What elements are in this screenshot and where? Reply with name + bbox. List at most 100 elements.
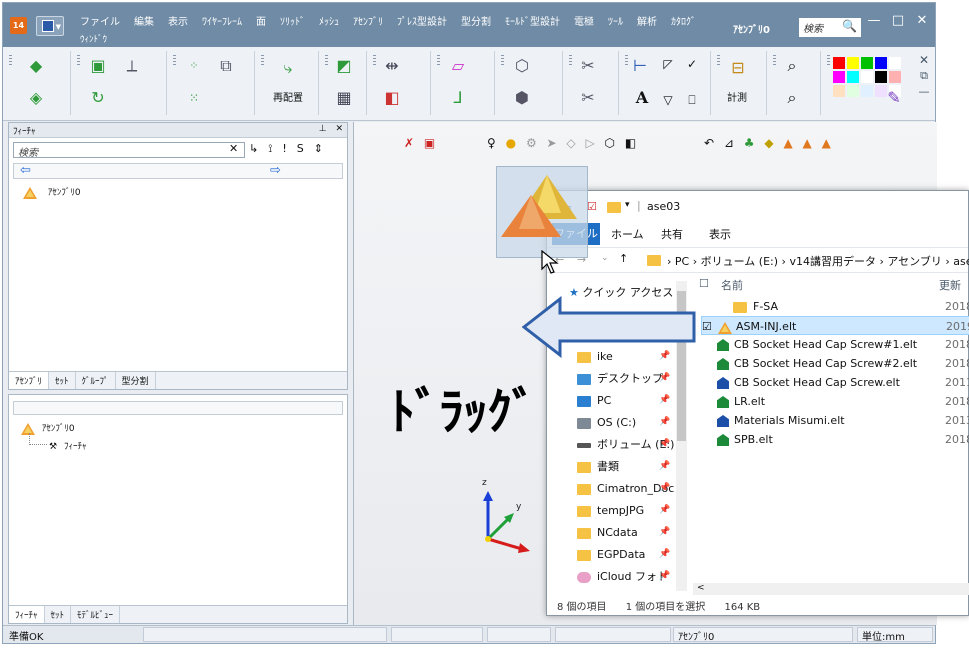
menu-edit[interactable]: 編集 xyxy=(134,17,154,28)
nav-item-pc[interactable]: PC xyxy=(577,391,611,411)
group-grip-icon[interactable] xyxy=(437,55,440,65)
menu-catalog[interactable]: ｶﾀﾛｸﾞ xyxy=(671,17,696,28)
menu-analysis[interactable]: 解析 xyxy=(637,17,657,28)
breadcrumb-training[interactable]: v14講習用データ xyxy=(789,255,876,268)
file-row[interactable]: LR.elt 2018 xyxy=(701,392,969,411)
menu-mesh[interactable]: ﾒｯｼｭ xyxy=(319,17,339,28)
breadcrumb-assembly[interactable]: アセンブリ xyxy=(887,255,941,268)
row-checkbox[interactable]: ☑ xyxy=(702,317,718,336)
pin-icon[interactable]: 📌 xyxy=(659,439,670,449)
zoom-icon[interactable]: ⌕ xyxy=(781,55,803,77)
check-mark-icon[interactable]: ✓ xyxy=(681,53,703,75)
minimize-ribbon-icon[interactable]: — xyxy=(913,81,935,103)
menu-view[interactable]: 表示 xyxy=(168,17,188,28)
nav-item-tempjpg[interactable]: tempJPG xyxy=(577,501,644,521)
breadcrumb-pc[interactable]: PC xyxy=(675,255,689,268)
warning-icon[interactable]: ! xyxy=(282,142,286,155)
feature-item[interactable]: ｱｾﾝﾌﾞﾘ0 xyxy=(23,185,81,199)
group-grip-icon[interactable] xyxy=(501,55,504,65)
menu-mold-design[interactable]: ﾓｰﾙﾄﾞ型設計 xyxy=(505,17,560,28)
menu-window[interactable]: ｳｨﾝﾄﾞｳ xyxy=(80,32,107,45)
place-icon[interactable]: ▣ xyxy=(87,55,109,77)
menu-solid[interactable]: ｿﾘｯﾄﾞ xyxy=(280,17,305,28)
linear-pattern-icon[interactable]: ⁘ xyxy=(183,55,205,77)
add-component-icon[interactable]: ◆ xyxy=(25,55,47,77)
light-icon[interactable]: ♀ xyxy=(487,136,496,150)
tab-assembly[interactable]: ｱｾﾝﾌﾞﾘ xyxy=(9,372,50,389)
group-grip-icon[interactable] xyxy=(625,55,628,65)
pin-icon[interactable]: 📌 xyxy=(659,373,670,383)
render-mode-icon[interactable]: ◧ xyxy=(625,136,636,150)
menu-surface[interactable]: 面 xyxy=(256,17,266,28)
nav-item-icloud-photos[interactable]: iCloud フォト xyxy=(577,567,668,587)
pin-icon[interactable]: 📌 xyxy=(659,549,670,559)
nav-item-documents[interactable]: 書類 xyxy=(577,457,619,477)
pin-icon[interactable]: 📌 xyxy=(659,505,670,515)
pin-icon[interactable]: 📌 xyxy=(659,571,670,581)
select-all-checkbox[interactable]: ☐ xyxy=(699,277,709,290)
relocate-icon[interactable]: ⤷ xyxy=(277,57,299,79)
cube-icon[interactable]: ⬡ xyxy=(511,55,533,77)
file-row[interactable]: SPB.elt 2018 xyxy=(701,430,969,449)
connect-icon[interactable]: ⟂ xyxy=(121,55,143,77)
color-swatch[interactable] xyxy=(847,57,859,69)
measure-label[interactable]: 計測 xyxy=(727,89,747,104)
scroll-left-icon[interactable]: < xyxy=(697,583,705,593)
group-grip-icon[interactable] xyxy=(173,55,176,65)
pin-icon[interactable]: 📌 xyxy=(659,483,670,493)
view-cube-icon[interactable]: ⬡ xyxy=(605,136,615,150)
minimize-button[interactable]: — xyxy=(865,13,883,28)
new-component-icon[interactable]: ◈ xyxy=(25,87,47,109)
pin-icon[interactable]: 📌 xyxy=(659,461,670,471)
hide-icon[interactable]: ➤ xyxy=(547,136,557,150)
nav-item-os-c[interactable]: OS (C:) xyxy=(577,413,636,433)
show-icon[interactable]: ⚙ xyxy=(526,136,537,150)
filter-select-icon[interactable]: ⊿ xyxy=(724,136,734,150)
group-grip-icon[interactable] xyxy=(717,55,720,65)
s-icon[interactable]: S xyxy=(297,142,304,155)
close-button[interactable]: ✕ xyxy=(913,13,931,28)
prev-view-icon[interactable]: ◇ xyxy=(566,136,575,150)
color-swatch[interactable] xyxy=(889,71,901,83)
nav-item-desktop[interactable]: デスクトップ xyxy=(577,369,663,389)
rotate-place-icon[interactable]: ↻ xyxy=(87,87,109,109)
arrow-left-icon[interactable]: ⇦ xyxy=(20,163,31,178)
up-icon[interactable]: ↑ xyxy=(619,252,628,265)
group-grip-icon[interactable] xyxy=(827,55,830,65)
select-all-icon[interactable]: ◆ xyxy=(764,136,773,150)
cancel-select-icon[interactable]: ✗ xyxy=(404,136,414,150)
color-swatch[interactable] xyxy=(861,71,873,83)
bulb-icon[interactable]: ● xyxy=(506,136,516,150)
menu-press-die[interactable]: ﾌﾟﾚｽ型設計 xyxy=(397,17,447,28)
relocate-label[interactable]: 再配置 xyxy=(273,89,303,104)
color-swatch[interactable] xyxy=(889,57,901,69)
surface-finish-icon[interactable]: ▽ xyxy=(657,89,679,111)
group-grip-icon[interactable] xyxy=(569,55,572,65)
recent-chevron-icon[interactable]: ⌄ xyxy=(601,253,609,263)
group-grip-icon[interactable] xyxy=(9,55,12,65)
tab-feature[interactable]: ﾌｨｰﾁｬ xyxy=(9,606,45,623)
menu-wireframe[interactable]: ﾜｲﾔｰﾌﾚｰﾑ xyxy=(202,17,242,28)
pin-icon[interactable]: 📌 xyxy=(659,395,670,405)
next-view-icon[interactable]: ▷ xyxy=(585,136,594,150)
color-swatch[interactable] xyxy=(875,71,887,83)
plane-icon[interactable]: ▱ xyxy=(447,55,469,77)
file-row[interactable]: CB Socket Head Cap Screw#1.elt 2018 xyxy=(701,335,969,354)
dimension-icon[interactable]: ⊢ xyxy=(629,55,651,77)
circular-pattern-icon[interactable]: ⁙ xyxy=(183,87,205,109)
undo-icon[interactable]: ↶ xyxy=(704,136,714,150)
cube-view-icon[interactable]: ⬢ xyxy=(511,87,533,109)
group-grip-icon[interactable] xyxy=(77,55,80,65)
copy-icon[interactable]: ⧉ xyxy=(215,55,237,77)
maximize-button[interactable]: □ xyxy=(889,13,907,28)
search-input[interactable]: 検索 🔍 xyxy=(799,18,861,37)
menu-file[interactable]: ファイル xyxy=(80,17,120,28)
group-grip-icon[interactable] xyxy=(773,55,776,65)
feature-search-input[interactable]: 検索 xyxy=(13,142,245,159)
menu-tools[interactable]: ﾂｰﾙ xyxy=(608,17,623,28)
tab-split[interactable]: 型分割 xyxy=(116,372,156,389)
address-bar[interactable]: ← → ⌄ ↑ › PC › ボリューム (E:) › v14講習用データ › … xyxy=(547,247,969,273)
file-row[interactable]: F-SA 2018 xyxy=(701,297,969,316)
menu-assembly[interactable]: ｱｾﾝﾌﾞﾘ xyxy=(353,17,383,28)
tab-set[interactable]: ｾｯﾄ xyxy=(45,606,72,623)
